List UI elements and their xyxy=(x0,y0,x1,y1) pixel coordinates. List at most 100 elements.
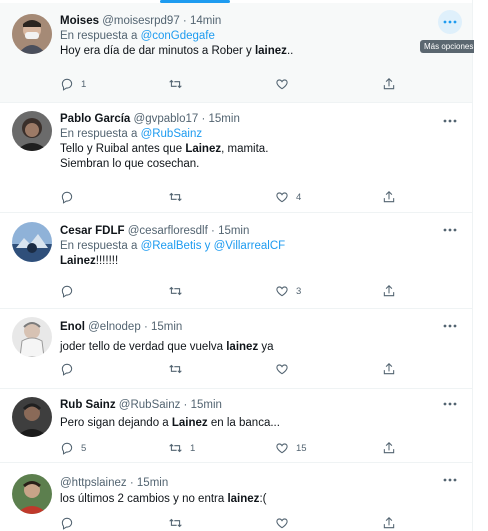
share-button[interactable] xyxy=(382,515,396,531)
share-icon xyxy=(383,442,395,454)
share-button[interactable] xyxy=(382,283,396,299)
avatar[interactable] xyxy=(12,14,52,54)
reply-prefix: En respuesta a xyxy=(60,128,138,140)
retweet-button[interactable]: 1 xyxy=(168,440,195,456)
reply-icon xyxy=(61,285,73,298)
like-button[interactable] xyxy=(275,361,296,377)
retweet-button[interactable] xyxy=(168,361,190,377)
tweet-5[interactable]: Rub Sainz @RubSainz · 15min Pero sigan d… xyxy=(0,389,472,463)
retweet-button[interactable] xyxy=(168,283,190,299)
share-icon xyxy=(383,78,395,90)
reply-mention-1[interactable]: @RealBetis xyxy=(141,240,202,252)
reply-button[interactable]: 1 xyxy=(60,76,86,92)
more-options-button[interactable] xyxy=(438,468,462,492)
retweet-icon xyxy=(169,286,182,296)
tweet-header: Moises @moisesrpd97 · 14min xyxy=(60,15,222,27)
tweet-1[interactable]: Moises @moisesrpd97 · 14min En respuesta… xyxy=(0,0,472,103)
author-name[interactable]: Moises xyxy=(60,15,99,27)
retweet-icon xyxy=(169,364,182,374)
avatar[interactable] xyxy=(12,111,52,151)
like-count: 15 xyxy=(296,442,307,454)
reply-button[interactable] xyxy=(60,361,81,377)
like-button[interactable] xyxy=(275,515,296,531)
tweet-time[interactable]: 15min xyxy=(191,399,222,411)
tweet-3[interactable]: Cesar FDLF @cesarfloresdlf · 15min En re… xyxy=(0,213,472,309)
author-handle[interactable]: @moisesrpd97 xyxy=(102,15,180,27)
retweet-button[interactable] xyxy=(168,515,190,531)
tweet-time[interactable]: 15min xyxy=(209,113,240,125)
reply-button[interactable] xyxy=(60,189,81,205)
keyword-highlight: Lainez xyxy=(185,143,222,155)
tweet-6[interactable]: @httpslainez · 15min los últimos 2 cambi… xyxy=(0,463,472,531)
reply-mention[interactable]: @RubSainz xyxy=(141,128,203,140)
more-options-button[interactable] xyxy=(438,314,462,338)
reply-button[interactable]: 5 xyxy=(60,440,86,456)
reply-context: En respuesta a @RubSainz xyxy=(60,127,460,142)
like-button[interactable]: 4 xyxy=(275,189,301,205)
author-name[interactable]: Cesar FDLF xyxy=(60,225,125,237)
author-name[interactable]: Pablo García xyxy=(60,113,130,125)
like-button[interactable]: 3 xyxy=(275,283,301,299)
tweet-4[interactable]: Enol @elnodep · 15min joder tello de ver… xyxy=(0,309,472,389)
more-options-button[interactable] xyxy=(438,10,462,34)
reply-icon xyxy=(61,78,73,91)
like-button[interactable]: 15 xyxy=(275,440,307,456)
author-name[interactable]: Enol xyxy=(60,321,85,333)
tweet-time[interactable]: 15min xyxy=(218,225,249,237)
tweet-text: Tello y Ruibal antes que Lainez, mamita. xyxy=(60,143,269,155)
share-button[interactable] xyxy=(382,76,396,92)
reply-button[interactable] xyxy=(60,283,81,299)
heart-icon xyxy=(276,192,288,203)
retweet-icon xyxy=(169,192,182,202)
keyword-highlight: Lainez xyxy=(60,255,96,267)
keyword-highlight: lainez xyxy=(226,341,259,353)
tweet-text: joder tello de verdad que vuelva lainez … xyxy=(60,341,274,353)
author-name[interactable]: Rub Sainz xyxy=(60,399,116,411)
share-button[interactable] xyxy=(382,440,396,456)
tweet-header: Cesar FDLF @cesarfloresdlf · 15min xyxy=(60,225,250,237)
tweet-time[interactable]: 15min xyxy=(137,477,168,489)
author-handle[interactable]: @elnodep xyxy=(88,321,141,333)
share-icon xyxy=(383,191,395,203)
reply-icon xyxy=(61,442,73,455)
like-button[interactable] xyxy=(275,76,296,92)
more-options-button[interactable] xyxy=(438,218,462,242)
retweet-button[interactable] xyxy=(168,189,190,205)
share-icon xyxy=(383,363,395,375)
share-button[interactable] xyxy=(382,361,396,377)
reply-joiner: y xyxy=(204,240,211,252)
tweet-text: Hoy era día de dar minutos a Rober y lai… xyxy=(60,45,294,57)
reply-context: En respuesta a @RealBetis y @VillarrealC… xyxy=(60,239,460,254)
reply-count: 1 xyxy=(81,78,87,90)
avatar[interactable] xyxy=(12,317,52,357)
keyword-highlight: lainez xyxy=(254,45,287,57)
tweet-time[interactable]: 14min xyxy=(190,15,221,27)
author-handle[interactable]: @cesarfloresdlf xyxy=(128,225,208,237)
reply-button[interactable] xyxy=(60,515,81,531)
tweet-time[interactable]: 15min xyxy=(151,321,182,333)
scrollbar[interactable] xyxy=(474,0,488,531)
tweet-2[interactable]: Pablo García @gvpablo17 · 15min En respu… xyxy=(0,103,472,213)
top-tab-strip xyxy=(0,0,472,3)
share-button[interactable] xyxy=(382,189,396,205)
author-handle[interactable]: @RubSainz xyxy=(119,399,181,411)
author-handle[interactable]: @gvpablo17 xyxy=(134,113,199,125)
reply-mention[interactable]: @conGdegafe xyxy=(141,30,215,42)
avatar[interactable] xyxy=(12,474,52,514)
more-options-button[interactable] xyxy=(438,109,462,133)
retweet-icon xyxy=(169,79,182,89)
like-count: 4 xyxy=(296,191,302,203)
retweet-button[interactable] xyxy=(168,76,190,92)
reply-mention-2[interactable]: @VillarrealCF xyxy=(214,240,286,252)
avatar[interactable] xyxy=(12,222,52,262)
share-icon xyxy=(383,517,395,529)
more-options-button[interactable] xyxy=(438,392,462,416)
reply-icon xyxy=(61,191,73,204)
author-handle[interactable]: @httpslainez xyxy=(60,477,127,489)
like-count: 3 xyxy=(296,285,302,297)
reply-context: En respuesta a @conGdegafe xyxy=(60,29,460,44)
avatar[interactable] xyxy=(12,397,52,437)
heart-icon xyxy=(276,364,288,375)
reply-prefix: En respuesta a xyxy=(60,30,138,42)
reply-prefix: En respuesta a xyxy=(60,240,138,252)
